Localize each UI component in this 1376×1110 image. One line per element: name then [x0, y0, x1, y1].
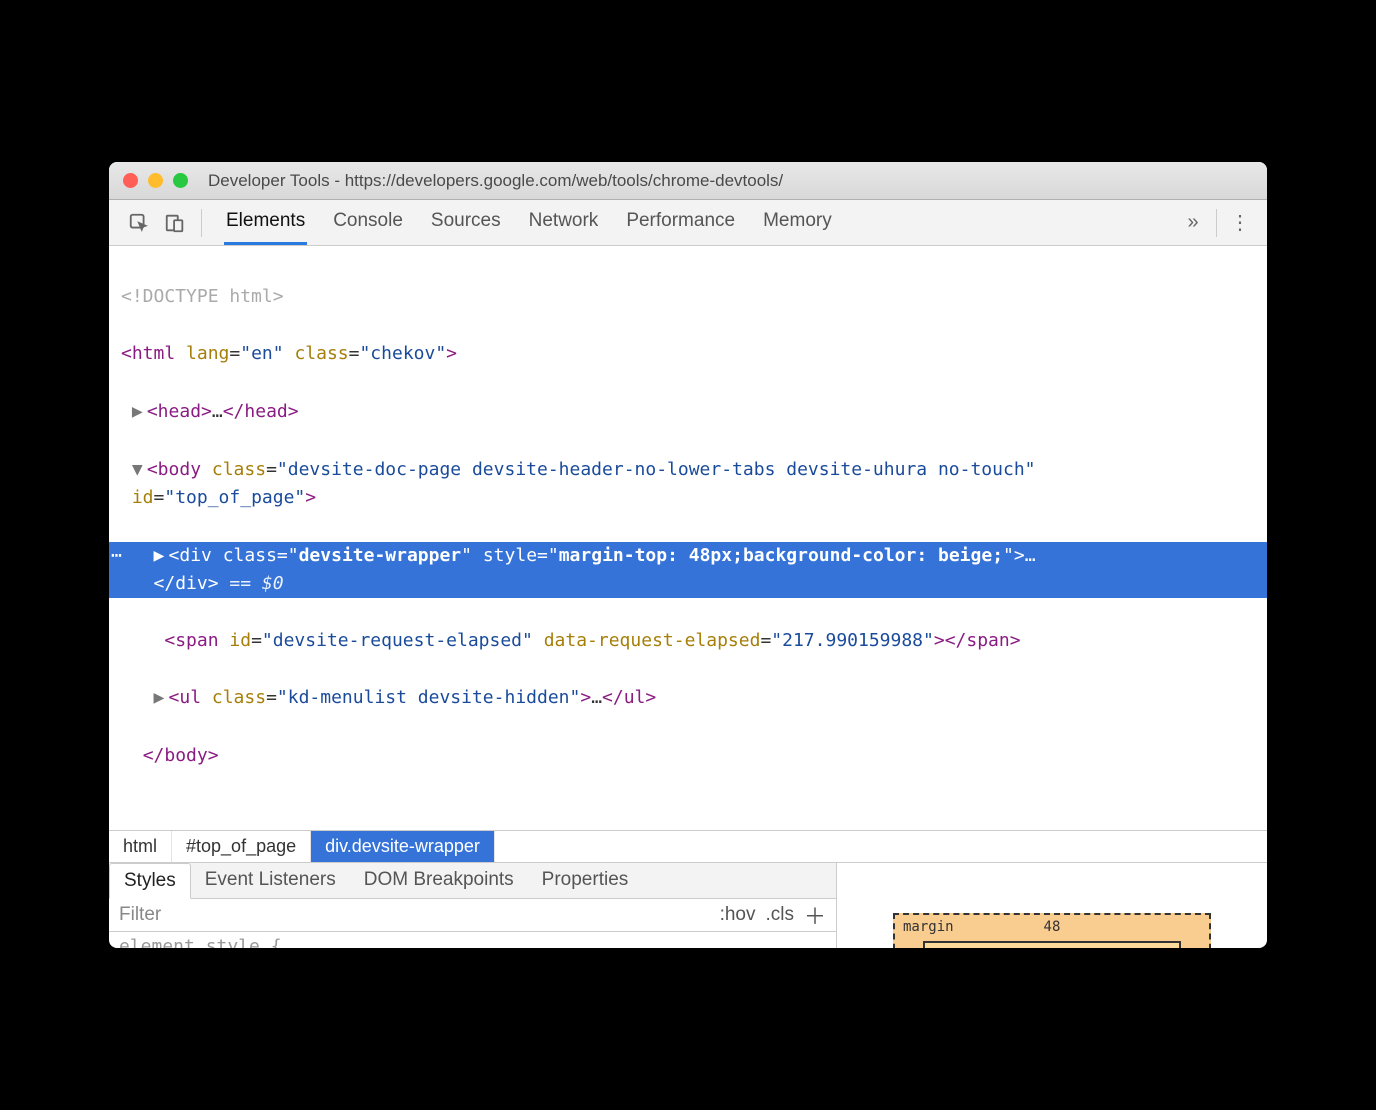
zoom-window-button[interactable] [173, 173, 188, 188]
more-tabs-button[interactable]: » [1178, 208, 1208, 238]
tab-memory[interactable]: Memory [761, 200, 834, 245]
minimize-window-button[interactable] [148, 173, 163, 188]
tab-elements[interactable]: Elements [224, 200, 307, 245]
dom-ul[interactable]: ▶<ul class="kd-menulist devsite-hidden">… [121, 684, 1255, 713]
styles-filter-row: Filter :hov .cls ＋ [109, 899, 836, 932]
subtab-styles[interactable]: Styles [109, 863, 191, 899]
device-toolbar-icon[interactable] [157, 205, 193, 241]
dom-span[interactable]: <span id="devsite-request-elapsed" data-… [121, 627, 1255, 656]
dom-html-open[interactable]: <html lang="en" class="chekov"> [121, 340, 1255, 369]
border-top-value[interactable]: - [1048, 947, 1056, 948]
styles-list[interactable]: element.style { margin-top: 48px; backgr… [109, 932, 836, 948]
crumb-html[interactable]: html [109, 831, 172, 862]
dom-head[interactable]: ▶<head>…</head> [121, 398, 1255, 427]
main-toolbar: Elements Console Sources Network Perform… [109, 200, 1267, 246]
toggle-hov-button[interactable]: :hov [720, 904, 756, 926]
dom-body-close[interactable]: </body> [121, 742, 1255, 771]
dom-body-open[interactable]: ▼<body class="devsite-doc-page devsite-h… [121, 456, 1255, 514]
dom-selected-node[interactable]: ⋯ ▶<div class="devsite-wrapper" style="m… [109, 542, 1267, 598]
styles-filter-input[interactable]: Filter [119, 904, 161, 926]
tab-performance[interactable]: Performance [624, 200, 737, 245]
styles-panel: Styles Event Listeners DOM Breakpoints P… [109, 862, 1267, 948]
tab-console[interactable]: Console [331, 200, 405, 245]
inspect-element-icon[interactable] [121, 205, 157, 241]
subtab-event-listeners[interactable]: Event Listeners [191, 863, 350, 898]
titlebar: Developer Tools - https://developers.goo… [109, 162, 1267, 200]
window-title: Developer Tools - https://developers.goo… [208, 171, 783, 191]
sidebar-subtabs: Styles Event Listeners DOM Breakpoints P… [109, 863, 836, 899]
border-label: border [933, 947, 984, 948]
crumb-body[interactable]: #top_of_page [172, 831, 311, 862]
rule-selector[interactable]: element.style { [119, 936, 282, 948]
subtab-properties[interactable]: Properties [528, 863, 643, 898]
tab-sources[interactable]: Sources [429, 200, 503, 245]
rule-element-style[interactable]: element.style { margin-top: 48px; backgr… [109, 932, 836, 948]
settings-menu-icon[interactable]: ⋮ [1225, 208, 1255, 238]
panel-tabs: Elements Console Sources Network Perform… [224, 200, 1178, 245]
subtab-dom-breakpoints[interactable]: DOM Breakpoints [350, 863, 528, 898]
dom-doctype[interactable]: <!DOCTYPE html> [121, 286, 284, 307]
margin-top-value[interactable]: 48 [1044, 919, 1061, 935]
close-window-button[interactable] [123, 173, 138, 188]
dom-tree[interactable]: <!DOCTYPE html> <html lang="en" class="c… [109, 246, 1267, 830]
computed-panel: margin 48 - - - border - - - - padding [837, 863, 1267, 948]
crumb-selected[interactable]: div.devsite-wrapper [311, 831, 495, 862]
devtools-window: Developer Tools - https://developers.goo… [109, 162, 1267, 948]
tab-network[interactable]: Network [527, 200, 601, 245]
dom-breadcrumb: html #top_of_page div.devsite-wrapper [109, 830, 1267, 862]
toggle-cls-button[interactable]: .cls [765, 904, 794, 926]
separator [201, 209, 202, 237]
margin-label: margin [903, 919, 954, 935]
separator [1216, 209, 1217, 237]
new-style-rule-button[interactable]: ＋ [804, 899, 826, 931]
box-model[interactable]: margin 48 - - - border - - - - padding [837, 863, 1267, 948]
